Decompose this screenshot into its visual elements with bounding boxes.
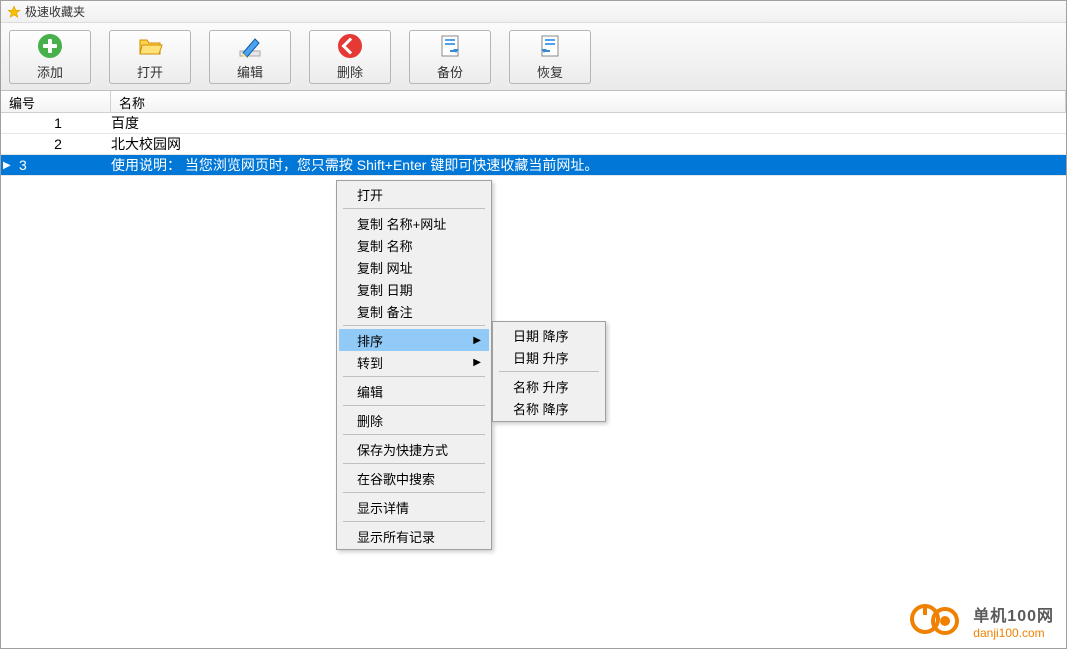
backup-label: 备份 [437,62,463,81]
submenu-arrow-icon: ▶ [473,357,481,368]
menu-save-shortcut[interactable]: 保存为快捷方式 [339,438,489,460]
menu-sort[interactable]: 排序 ▶ [339,329,489,351]
menu-show-all[interactable]: 显示所有记录 [339,525,489,547]
menu-separator [499,371,599,372]
watermark-logo-icon [909,601,965,640]
menu-show-detail[interactable]: 显示详情 [339,496,489,518]
restore-button[interactable]: 恢复 [509,30,591,84]
menu-separator [343,492,485,493]
backup-icon [437,33,463,59]
cell-id: 2 [1,136,111,152]
backup-button[interactable]: 备份 [409,30,491,84]
restore-icon [537,33,563,59]
sort-submenu: 日期 降序 日期 升序 名称 升序 名称 降序 [492,321,606,422]
watermark-url: danji100.com [973,626,1054,640]
watermark: 单机100网 danji100.com [909,601,1054,640]
menu-separator [343,376,485,377]
delete-icon [337,33,363,59]
titlebar: 极速收藏夹 [1,1,1066,23]
cell-name: 百度 [111,113,1066,133]
toolbar: 添加 打开 编辑 删除 备份 恢复 [1,23,1066,91]
watermark-text: 单机100网 danji100.com [973,602,1054,640]
table-header: 编号 名称 [1,91,1066,113]
menu-separator [343,463,485,464]
col-name-header[interactable]: 名称 [111,91,1066,112]
table-body: ▶ 1 百度 ▶ 2 北大校园网 ▶ 3 使用说明： 当您浏览网页时，您只需按 … [1,113,1066,176]
menu-separator [343,208,485,209]
menu-separator [343,521,485,522]
watermark-title: 单机100网 [973,602,1054,626]
add-label: 添加 [37,62,63,81]
submenu-date-desc[interactable]: 日期 降序 [495,324,603,346]
menu-copy-url[interactable]: 复制 网址 [339,256,489,278]
bookmark-table: 编号 名称 ▶ 1 百度 ▶ 2 北大校园网 ▶ 3 使用说明： 当您浏览网页时… [1,91,1066,176]
menu-search-google[interactable]: 在谷歌中搜索 [339,467,489,489]
app-icon [7,5,21,19]
folder-icon [137,33,163,59]
row-marker-icon: ▶ [3,160,11,171]
menu-goto[interactable]: 转到 ▶ [339,351,489,373]
submenu-name-desc[interactable]: 名称 降序 [495,397,603,419]
menu-separator [343,405,485,406]
table-row[interactable]: ▶ 3 使用说明： 当您浏览网页时，您只需按 Shift+Enter 键即可快速… [1,155,1066,176]
add-button[interactable]: 添加 [9,30,91,84]
submenu-date-asc[interactable]: 日期 升序 [495,346,603,368]
edit-icon [237,33,263,59]
edit-label: 编辑 [237,62,263,81]
menu-separator [343,434,485,435]
menu-goto-label: 转到 [357,353,383,372]
menu-sort-label: 排序 [357,331,383,350]
table-row[interactable]: ▶ 1 百度 [1,113,1066,134]
context-menu: 打开 复制 名称+网址 复制 名称 复制 网址 复制 日期 复制 备注 排序 ▶… [336,180,492,550]
menu-copy-name-url[interactable]: 复制 名称+网址 [339,212,489,234]
cell-name: 北大校园网 [111,134,1066,154]
menu-edit[interactable]: 编辑 [339,380,489,402]
menu-open[interactable]: 打开 [339,183,489,205]
add-icon [37,33,63,59]
open-label: 打开 [137,62,163,81]
table-row[interactable]: ▶ 2 北大校园网 [1,134,1066,155]
menu-delete[interactable]: 删除 [339,409,489,431]
menu-separator [343,325,485,326]
submenu-name-asc[interactable]: 名称 升序 [495,375,603,397]
cell-id: 1 [1,115,111,131]
col-id-header[interactable]: 编号 [1,91,111,112]
menu-copy-remark[interactable]: 复制 备注 [339,300,489,322]
open-button[interactable]: 打开 [109,30,191,84]
delete-label: 删除 [337,62,363,81]
menu-copy-date[interactable]: 复制 日期 [339,278,489,300]
cell-id: 3 [1,157,111,173]
cell-name: 使用说明： 当您浏览网页时，您只需按 Shift+Enter 键即可快速收藏当前… [111,155,1066,175]
restore-label: 恢复 [537,62,563,81]
delete-button[interactable]: 删除 [309,30,391,84]
submenu-arrow-icon: ▶ [473,335,481,346]
edit-button[interactable]: 编辑 [209,30,291,84]
window-title: 极速收藏夹 [25,3,85,20]
menu-copy-name[interactable]: 复制 名称 [339,234,489,256]
